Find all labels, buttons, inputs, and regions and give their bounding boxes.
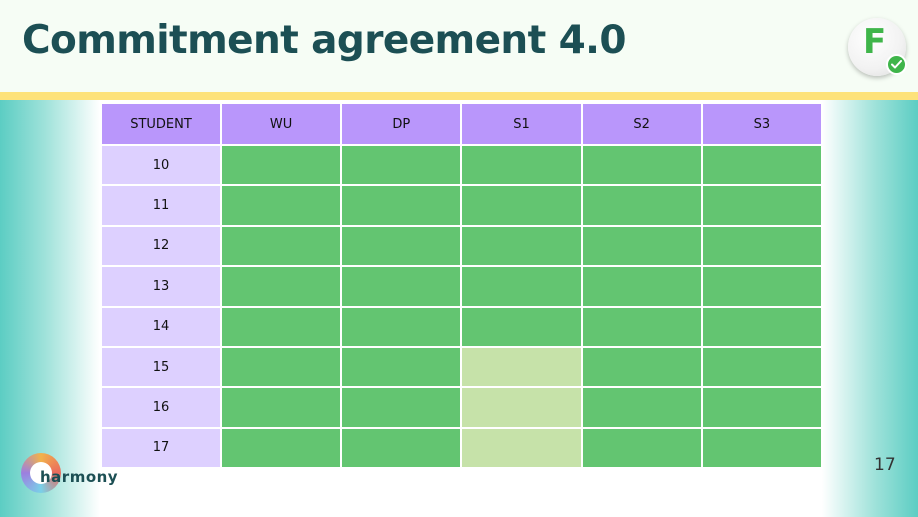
student-id-cell: 13 — [100, 265, 222, 308]
status-cell — [340, 184, 463, 227]
column-header: STUDENT — [100, 102, 222, 146]
column-header: S3 — [700, 102, 824, 146]
commitment-table: STUDENT WU DP S1 S2 S3 10 11 12 13 14 15 16 17 — [100, 102, 824, 470]
right-gradient-panel — [822, 100, 918, 517]
student-id-cell: 11 — [100, 184, 222, 227]
status-cell — [700, 305, 824, 348]
status-cell — [460, 224, 583, 268]
table-row: 14 — [100, 305, 824, 348]
harmony-logo: harmony — [18, 451, 128, 507]
status-cell — [580, 426, 703, 470]
page-number: 17 — [874, 455, 896, 475]
status-cell — [580, 184, 703, 227]
status-cell — [700, 426, 824, 470]
table-row: 12 — [100, 224, 824, 268]
table-row: 16 — [100, 386, 824, 429]
status-cell — [460, 426, 583, 470]
status-cell — [580, 345, 703, 389]
status-cell — [340, 265, 463, 308]
status-cell — [340, 305, 463, 348]
status-cell — [700, 224, 824, 268]
status-cell — [340, 386, 463, 429]
status-cell — [700, 345, 824, 389]
status-cell — [460, 265, 583, 308]
status-cell — [219, 345, 343, 389]
status-cell — [340, 345, 463, 389]
status-cell — [460, 345, 583, 389]
status-cell — [580, 224, 703, 268]
status-cell — [219, 224, 343, 268]
column-header: S1 — [460, 102, 583, 146]
status-cell — [340, 426, 463, 470]
table-row: 17 — [100, 426, 824, 470]
table-row: 13 — [100, 265, 824, 308]
status-cell — [340, 143, 463, 187]
status-cell — [460, 386, 583, 429]
status-cell — [580, 305, 703, 348]
table-row: 11 — [100, 184, 824, 227]
student-id-cell: 12 — [100, 224, 222, 268]
status-cell — [219, 305, 343, 348]
table-row: 15 — [100, 345, 824, 389]
status-cell — [580, 386, 703, 429]
status-cell — [219, 386, 343, 429]
status-cell — [340, 224, 463, 268]
accent-bar — [0, 92, 918, 100]
status-cell — [580, 265, 703, 308]
table-header-row: STUDENT WU DP S1 S2 S3 — [100, 102, 824, 146]
status-cell — [460, 305, 583, 348]
status-cell — [460, 184, 583, 227]
column-header: S2 — [580, 102, 703, 146]
table-row: 10 — [100, 143, 824, 187]
status-cell — [580, 143, 703, 187]
slide-title: Commitment agreement 4.0 — [22, 18, 627, 63]
status-cell — [219, 184, 343, 227]
harmony-logo-text: harmony — [40, 468, 119, 486]
status-cell — [700, 386, 824, 429]
status-cell — [700, 184, 824, 227]
status-cell — [700, 143, 824, 187]
brand-f-logo: F — [848, 18, 907, 76]
student-id-cell: 10 — [100, 143, 222, 187]
student-id-cell: 14 — [100, 305, 222, 348]
column-header: WU — [219, 102, 343, 146]
status-cell — [219, 265, 343, 308]
logo-letter: F — [863, 22, 887, 62]
status-cell — [219, 426, 343, 470]
student-id-cell: 15 — [100, 345, 222, 389]
check-circle-icon — [886, 54, 907, 75]
status-cell — [219, 143, 343, 187]
status-cell — [700, 265, 824, 308]
student-id-cell: 16 — [100, 386, 222, 429]
status-cell — [460, 143, 583, 187]
column-header: DP — [340, 102, 463, 146]
